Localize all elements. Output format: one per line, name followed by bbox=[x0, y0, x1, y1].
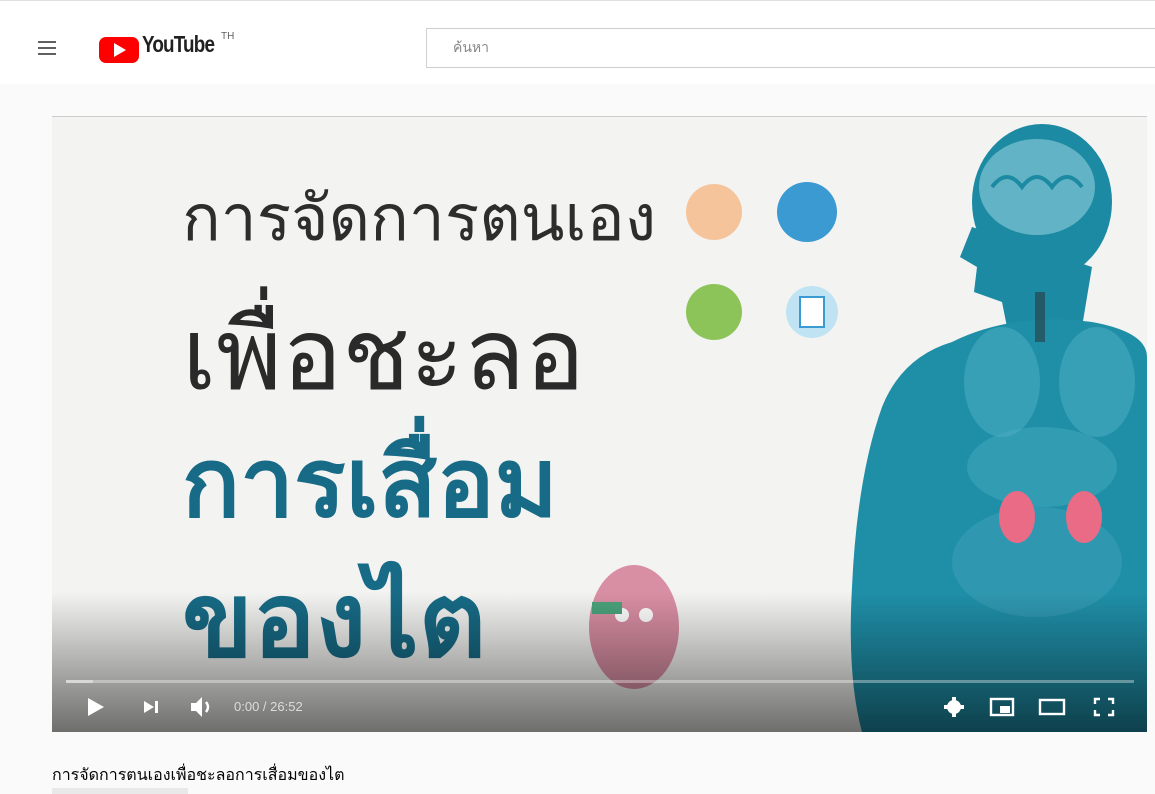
thumbnail-line-1: การจัดการตนเอง bbox=[182, 182, 657, 256]
hand-pill-icon bbox=[777, 182, 837, 242]
miniplayer-icon[interactable] bbox=[986, 691, 1018, 723]
youtube-logo-text[interactable]: YouTube bbox=[142, 31, 215, 58]
progress-fill bbox=[66, 680, 93, 683]
video-title: การจัดการตนเองเพื่อชะลอการเสื่อมของไต bbox=[52, 765, 345, 784]
menu-icon[interactable] bbox=[36, 39, 60, 59]
play-icon[interactable] bbox=[82, 691, 110, 723]
video-player[interactable]: การจัดการตนเอง เพื่อชะลอ การเสื่อม ของไต… bbox=[52, 116, 1147, 732]
youtube-logo-icon[interactable] bbox=[98, 31, 140, 65]
settings-icon[interactable] bbox=[940, 691, 968, 723]
kidney-circle-icon bbox=[686, 184, 742, 240]
video-meta-placeholder bbox=[52, 788, 188, 794]
country-code: TH bbox=[221, 31, 235, 42]
top-bar: YouTube TH ค้นหา bbox=[0, 0, 1155, 85]
progress-bar[interactable] bbox=[66, 680, 1134, 683]
theater-icon[interactable] bbox=[1036, 691, 1068, 723]
search-input[interactable]: ค้นหา bbox=[426, 28, 1155, 68]
next-icon[interactable] bbox=[138, 691, 166, 723]
time-display: 0:00 / 26:52 bbox=[234, 699, 303, 714]
volume-icon[interactable] bbox=[186, 691, 218, 723]
vegetables-icon bbox=[686, 284, 742, 340]
fullscreen-icon[interactable] bbox=[1088, 691, 1120, 723]
